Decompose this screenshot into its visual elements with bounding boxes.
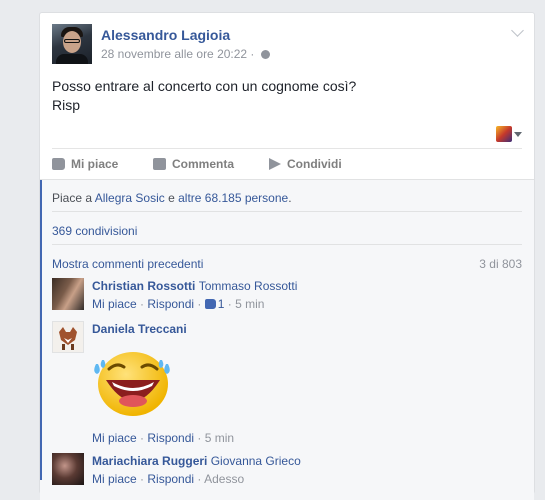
- post-meta: 28 novembre alle ore 20:22 ·: [101, 47, 270, 61]
- share-button[interactable]: Condividi: [269, 157, 342, 171]
- comment-author: Christian Rossotti Tommaso Rossotti: [92, 279, 298, 293]
- comment-time[interactable]: Adesso: [204, 472, 244, 486]
- author-avatar[interactable]: [52, 24, 92, 64]
- globe-icon: [260, 50, 270, 59]
- post-card: Alessandro Lagioia 28 novembre alle ore …: [39, 12, 535, 500]
- fox-avatar-icon: [59, 327, 77, 350]
- comment-actions: Mi piace · Rispondi · 1 · 5 min: [92, 297, 265, 311]
- tagged-user[interactable]: Tommaso Rossotti: [199, 279, 298, 293]
- comment-author: Mariachiara Ruggeri Giovanna Grieco: [92, 454, 301, 468]
- likes-summary: Piace a Allegra Sosic e altre 68.185 per…: [52, 191, 292, 205]
- comment-time[interactable]: 5 min: [205, 431, 234, 445]
- laughing-tears-sticker: [94, 352, 170, 416]
- comment-reply-link[interactable]: Rispondi: [147, 472, 194, 486]
- share-arrow-icon: [269, 158, 281, 170]
- post-timestamp[interactable]: 28 novembre alle ore 20:22 ·: [101, 47, 254, 61]
- comment-reply-link[interactable]: Rispondi: [147, 297, 194, 311]
- tagged-user[interactable]: Giovanna Grieco: [211, 454, 301, 468]
- shares-link[interactable]: 369 condivisioni: [52, 224, 137, 238]
- divider: [52, 244, 522, 245]
- comment-actions: Mi piace · Rispondi · 5 min: [92, 431, 235, 445]
- comment-reply-link[interactable]: Rispondi: [147, 431, 194, 445]
- comment-like-link[interactable]: Mi piace: [92, 431, 137, 445]
- comments-counter: 3 di 803: [479, 257, 522, 271]
- show-previous-comments-link[interactable]: Mostra commenti precedenti: [52, 257, 203, 271]
- chevron-down-icon[interactable]: [511, 24, 524, 37]
- focus-indicator-bar: [40, 180, 42, 480]
- post-author-name[interactable]: Alessandro Lagioia: [101, 27, 230, 43]
- thumbs-up-icon: [52, 158, 65, 170]
- comment-actions: Mi piace · Rispondi · Adesso: [92, 472, 245, 486]
- comment-button[interactable]: Commenta: [153, 157, 234, 171]
- other-likers-link[interactable]: altre 68.185 persone: [178, 191, 288, 205]
- comment-author[interactable]: Daniela Treccani: [92, 322, 187, 336]
- comment-bubble-icon: [153, 158, 166, 170]
- post-text: Posso entrare al concerto con un cognome…: [52, 78, 357, 113]
- caret-down-icon[interactable]: [514, 132, 522, 137]
- like-button[interactable]: Mi piace: [52, 157, 118, 171]
- comment-like-count[interactable]: 1: [218, 297, 225, 311]
- comment-like-link[interactable]: Mi piace: [92, 297, 137, 311]
- comments-section: Piace a Allegra Sosic e altre 68.185 per…: [40, 179, 534, 500]
- commenter-avatar[interactable]: [52, 453, 84, 485]
- divider: [52, 211, 522, 212]
- like-count-icon: [204, 299, 216, 309]
- reaction-picker-icon[interactable]: [496, 126, 512, 142]
- commenter-avatar[interactable]: [52, 278, 84, 310]
- comment-time[interactable]: 5 min: [235, 297, 264, 311]
- liker-link[interactable]: Allegra Sosic: [95, 191, 165, 205]
- post-actions-bar: Mi piace Commenta Condividi: [52, 148, 522, 179]
- comment-like-link[interactable]: Mi piace: [92, 472, 137, 486]
- commenter-avatar[interactable]: [52, 321, 84, 353]
